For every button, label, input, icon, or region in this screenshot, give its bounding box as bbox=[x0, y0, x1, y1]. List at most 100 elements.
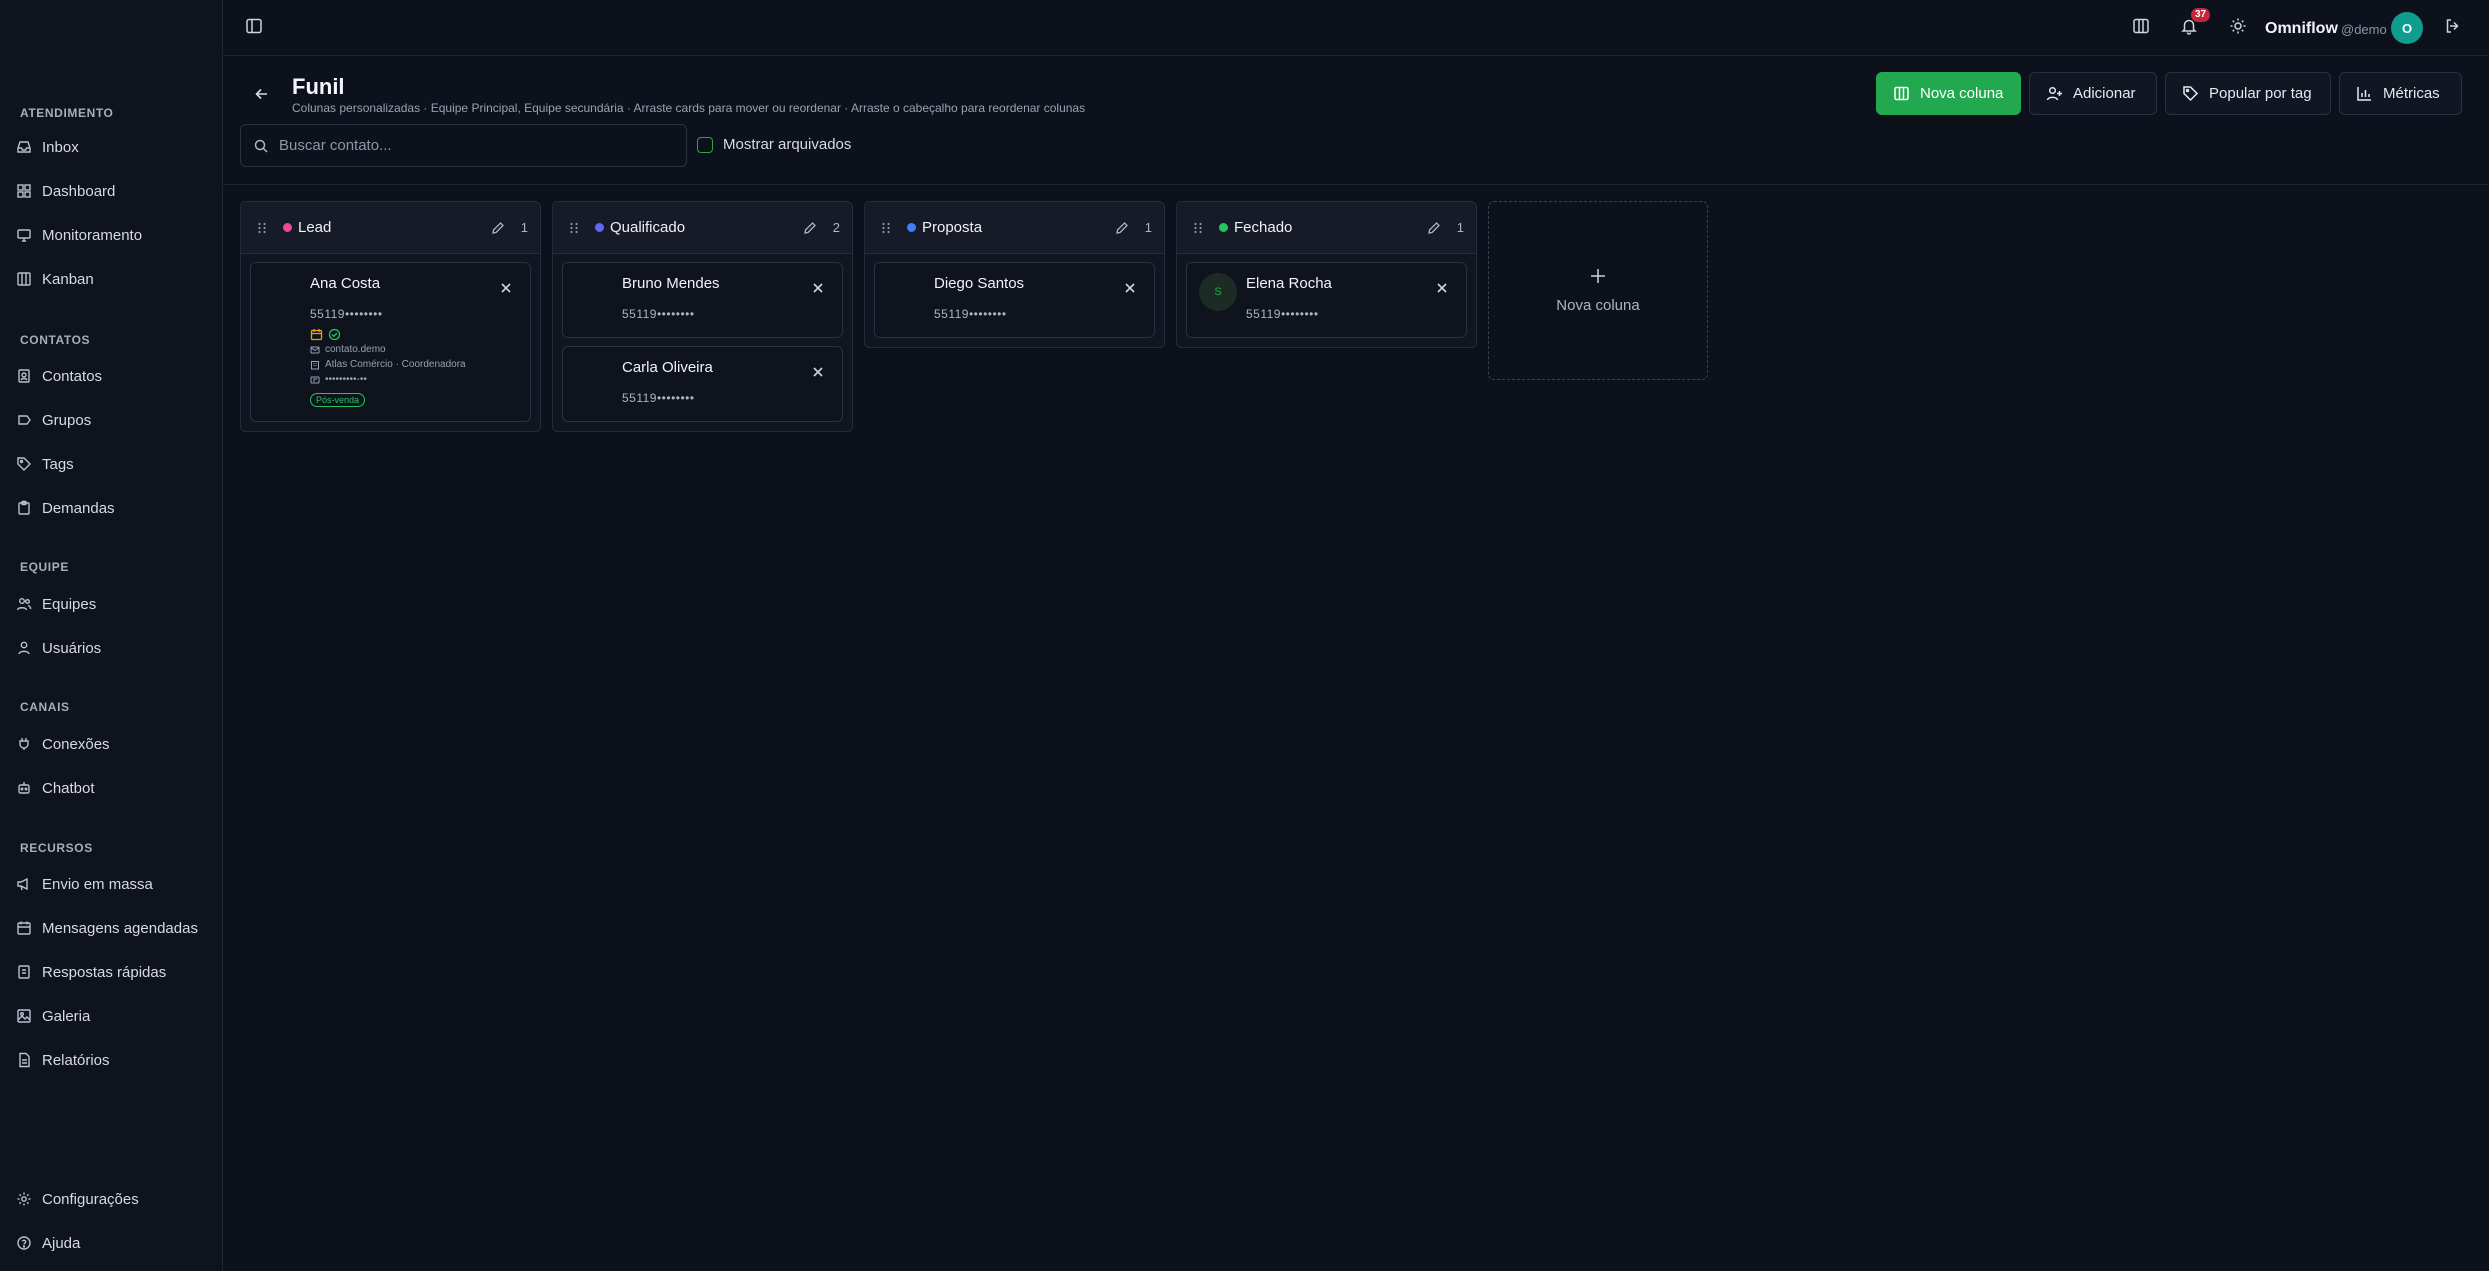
logout-button[interactable] bbox=[2444, 17, 2466, 39]
sidebar-item-ajuda[interactable]: Ajuda bbox=[12, 1226, 212, 1260]
sidebar-item-label: Kanban bbox=[42, 270, 94, 288]
metrics-button[interactable]: Métricas bbox=[2339, 72, 2462, 115]
column-color-dot bbox=[1219, 223, 1228, 232]
contact-document-row: •••••••••-•• bbox=[310, 374, 367, 385]
contact-email: contato.demo bbox=[325, 344, 386, 355]
drag-handle-icon[interactable] bbox=[879, 221, 893, 235]
sidebar-item-tags[interactable]: Tags bbox=[12, 447, 212, 481]
column-body: Bruno Mendes 55119•••••••• Carla Oliveir… bbox=[553, 254, 852, 439]
sidebar-item-contatos[interactable]: Contatos bbox=[12, 359, 212, 393]
column-header[interactable]: Proposta 1 bbox=[865, 202, 1164, 254]
close-icon[interactable] bbox=[812, 366, 824, 378]
sidebar-item-label: Conexões bbox=[42, 735, 110, 753]
sidebar-item-configuracoes[interactable]: Configurações bbox=[12, 1182, 212, 1216]
gallery-icon bbox=[17, 1009, 31, 1023]
pencil-icon[interactable] bbox=[491, 221, 505, 235]
page-subtitle: Colunas personalizadas · Equipe Principa… bbox=[292, 101, 1086, 115]
back-button[interactable] bbox=[252, 84, 272, 104]
id-card-icon bbox=[310, 376, 320, 383]
close-icon[interactable] bbox=[812, 282, 824, 294]
contact-phone: 55119•••••••• bbox=[934, 307, 1007, 321]
drag-handle-icon[interactable] bbox=[255, 221, 269, 235]
theme-toggle-button[interactable] bbox=[2229, 17, 2251, 39]
show-archived-toggle[interactable]: Mostrar arquivados bbox=[697, 136, 851, 153]
sidebar-item-usuarios[interactable]: Usuários bbox=[12, 631, 212, 665]
user-avatar[interactable]: O bbox=[2391, 12, 2423, 44]
column-header[interactable]: Lead 1 bbox=[241, 202, 540, 254]
drag-handle-icon[interactable] bbox=[567, 221, 581, 235]
close-icon[interactable] bbox=[500, 282, 512, 294]
pencil-icon[interactable] bbox=[803, 221, 817, 235]
contact-company: Atlas Comércio · Coordenadora bbox=[325, 359, 466, 370]
columns-view-button[interactable] bbox=[2132, 17, 2154, 39]
add-contact-button[interactable]: Adicionar bbox=[2029, 72, 2157, 115]
new-column-button[interactable]: Nova coluna bbox=[1876, 72, 2021, 115]
sun-icon bbox=[2230, 18, 2246, 34]
sidebar-item-label: Galeria bbox=[42, 1007, 91, 1025]
section-title-equipe: EQUIPE bbox=[20, 560, 69, 574]
pencil-icon[interactable] bbox=[1427, 221, 1441, 235]
contacts-icon bbox=[18, 369, 30, 383]
column-count: 1 bbox=[1456, 220, 1464, 235]
sidebar-item-monitoramento[interactable]: Monitoramento bbox=[12, 218, 212, 252]
close-icon[interactable] bbox=[1124, 282, 1136, 294]
column-header[interactable]: Fechado 1 bbox=[1177, 202, 1476, 254]
sidebar-item-respostas-rapidas[interactable]: Respostas rápidas bbox=[12, 955, 212, 989]
sidebar-item-label: Demandas bbox=[42, 499, 115, 517]
sidebar-item-relatorios[interactable]: Relatórios bbox=[12, 1043, 212, 1077]
show-archived-checkbox[interactable] bbox=[697, 136, 713, 153]
pencil-icon[interactable] bbox=[1115, 221, 1129, 235]
tag-icon bbox=[17, 457, 31, 471]
sidebar-item-galeria[interactable]: Galeria bbox=[12, 999, 212, 1033]
toggle-sidebar-button[interactable] bbox=[245, 17, 267, 39]
calendar-alert-icon bbox=[310, 329, 323, 341]
sidebar-item-label: Inbox bbox=[42, 138, 79, 156]
populate-by-tag-label: Popular por tag bbox=[2209, 85, 2312, 102]
topbar: 37 bbox=[223, 0, 2489, 56]
sidebar-item-demandas[interactable]: Demandas bbox=[12, 491, 212, 525]
kanban-column-qualificado: Qualificado 2 Bruno Mendes 55119••••••••… bbox=[552, 201, 853, 432]
sidebar-item-kanban[interactable]: Kanban bbox=[12, 262, 212, 296]
contact-card[interactable]: S Elena Rocha 55119•••••••• bbox=[1186, 262, 1467, 338]
kanban-icon bbox=[17, 272, 31, 286]
sidebar-item-chatbot[interactable]: Chatbot bbox=[12, 771, 212, 805]
contact-name: Elena Rocha bbox=[1246, 275, 1332, 292]
populate-by-tag-button[interactable]: Popular por tag bbox=[2165, 72, 2331, 115]
building-icon bbox=[311, 360, 319, 369]
user-icon bbox=[18, 641, 30, 655]
contact-card[interactable]: Diego Santos 55119•••••••• bbox=[874, 262, 1155, 338]
sidebar-item-dashboard[interactable]: Dashboard bbox=[12, 174, 212, 208]
contact-tag[interactable]: Pós-venda bbox=[310, 393, 366, 407]
contact-name: Diego Santos bbox=[934, 275, 1025, 292]
dashboard-icon bbox=[17, 184, 31, 198]
logout-icon bbox=[2446, 19, 2459, 33]
calendar-icon bbox=[17, 921, 31, 935]
megaphone-icon bbox=[17, 877, 28, 891]
contact-phone: 55119•••••••• bbox=[1246, 307, 1319, 321]
bar-chart-icon bbox=[2357, 87, 2371, 101]
add-column-placeholder[interactable]: Nova coluna bbox=[1488, 201, 1708, 380]
clipboard-icon bbox=[18, 500, 30, 515]
bot-icon bbox=[18, 782, 30, 794]
contact-card[interactable]: Carla Oliveira 55119•••••••• bbox=[562, 346, 843, 422]
sidebar-item-mensagens-agendadas[interactable]: Mensagens agendadas bbox=[12, 911, 212, 945]
sidebar-item-label: Mensagens agendadas bbox=[42, 919, 198, 937]
close-icon[interactable] bbox=[1436, 282, 1448, 294]
search-input[interactable] bbox=[279, 137, 669, 154]
sidebar-item-grupos[interactable]: Grupos bbox=[12, 403, 212, 437]
report-icon bbox=[19, 1052, 30, 1068]
contact-email-row: contato.demo bbox=[310, 344, 386, 355]
kanban-column-proposta: Proposta 1 Diego Santos 55119•••••••• bbox=[864, 201, 1165, 348]
sidebar-item-equipes[interactable]: Equipes bbox=[12, 587, 212, 621]
sidebar-item-conexoes[interactable]: Conexões bbox=[12, 727, 212, 761]
drag-handle-icon[interactable] bbox=[1191, 221, 1205, 235]
notifications-button[interactable]: 37 bbox=[2180, 8, 2211, 39]
contact-card[interactable]: Ana Costa 55119•••••••• contato.demo Atl… bbox=[250, 262, 531, 422]
sidebar-item-envio-em-massa[interactable]: Envio em massa bbox=[12, 867, 212, 901]
sidebar-item-inbox[interactable]: Inbox bbox=[12, 130, 212, 164]
contact-card[interactable]: Bruno Mendes 55119•••••••• bbox=[562, 262, 843, 338]
section-title-recursos: RECURSOS bbox=[20, 841, 93, 855]
sidebar-item-label: Envio em massa bbox=[42, 875, 153, 893]
sidebar-item-label: Tags bbox=[42, 455, 74, 473]
column-header[interactable]: Qualificado 2 bbox=[553, 202, 852, 254]
